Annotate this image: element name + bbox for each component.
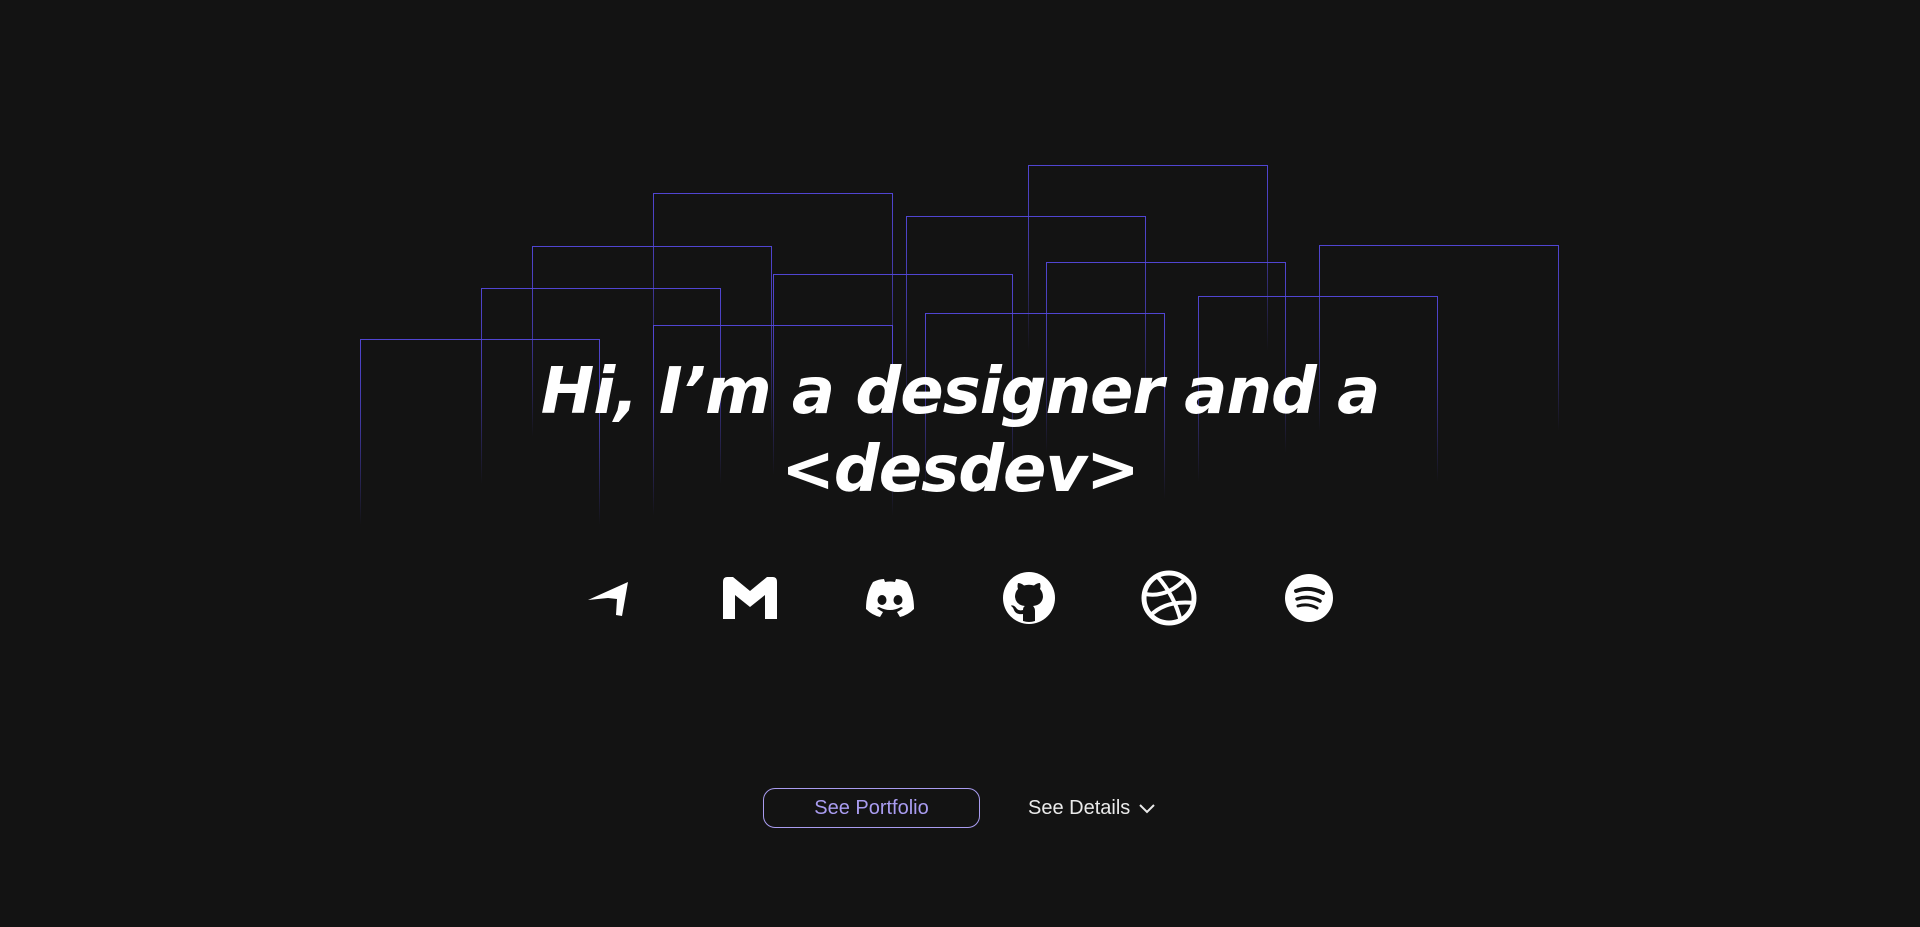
- see-details-button[interactable]: See Details: [1028, 788, 1156, 828]
- see-portfolio-label: See Portfolio: [814, 796, 929, 819]
- dribbble-link[interactable]: [1141, 570, 1197, 626]
- hero-headline-line1: Hi, I’m a designer and a: [540, 355, 1381, 429]
- telegram-link[interactable]: [581, 570, 637, 626]
- hero-headline: Hi, I’m a designer and a <desdev>: [0, 353, 1920, 509]
- see-portfolio-button[interactable]: See Portfolio: [763, 788, 980, 828]
- dribbble-icon: [1141, 570, 1197, 626]
- gmail-link[interactable]: [722, 570, 778, 626]
- telegram-icon: [588, 582, 628, 616]
- chevron-down-icon: [1138, 802, 1156, 814]
- discord-link[interactable]: [862, 570, 918, 626]
- github-icon: [1003, 572, 1055, 624]
- spotify-icon: [1285, 574, 1333, 622]
- github-link[interactable]: [1001, 570, 1057, 626]
- see-details-label: See Details: [1028, 796, 1131, 819]
- hero-section: Hi, I’m a designer and a <desdev> See Po…: [0, 0, 1920, 927]
- social-links: [0, 570, 1920, 626]
- hero-headline-line2: <desdev>: [781, 433, 1140, 507]
- spotify-link[interactable]: [1281, 570, 1337, 626]
- gmail-icon: [723, 577, 777, 619]
- discord-icon: [866, 579, 914, 617]
